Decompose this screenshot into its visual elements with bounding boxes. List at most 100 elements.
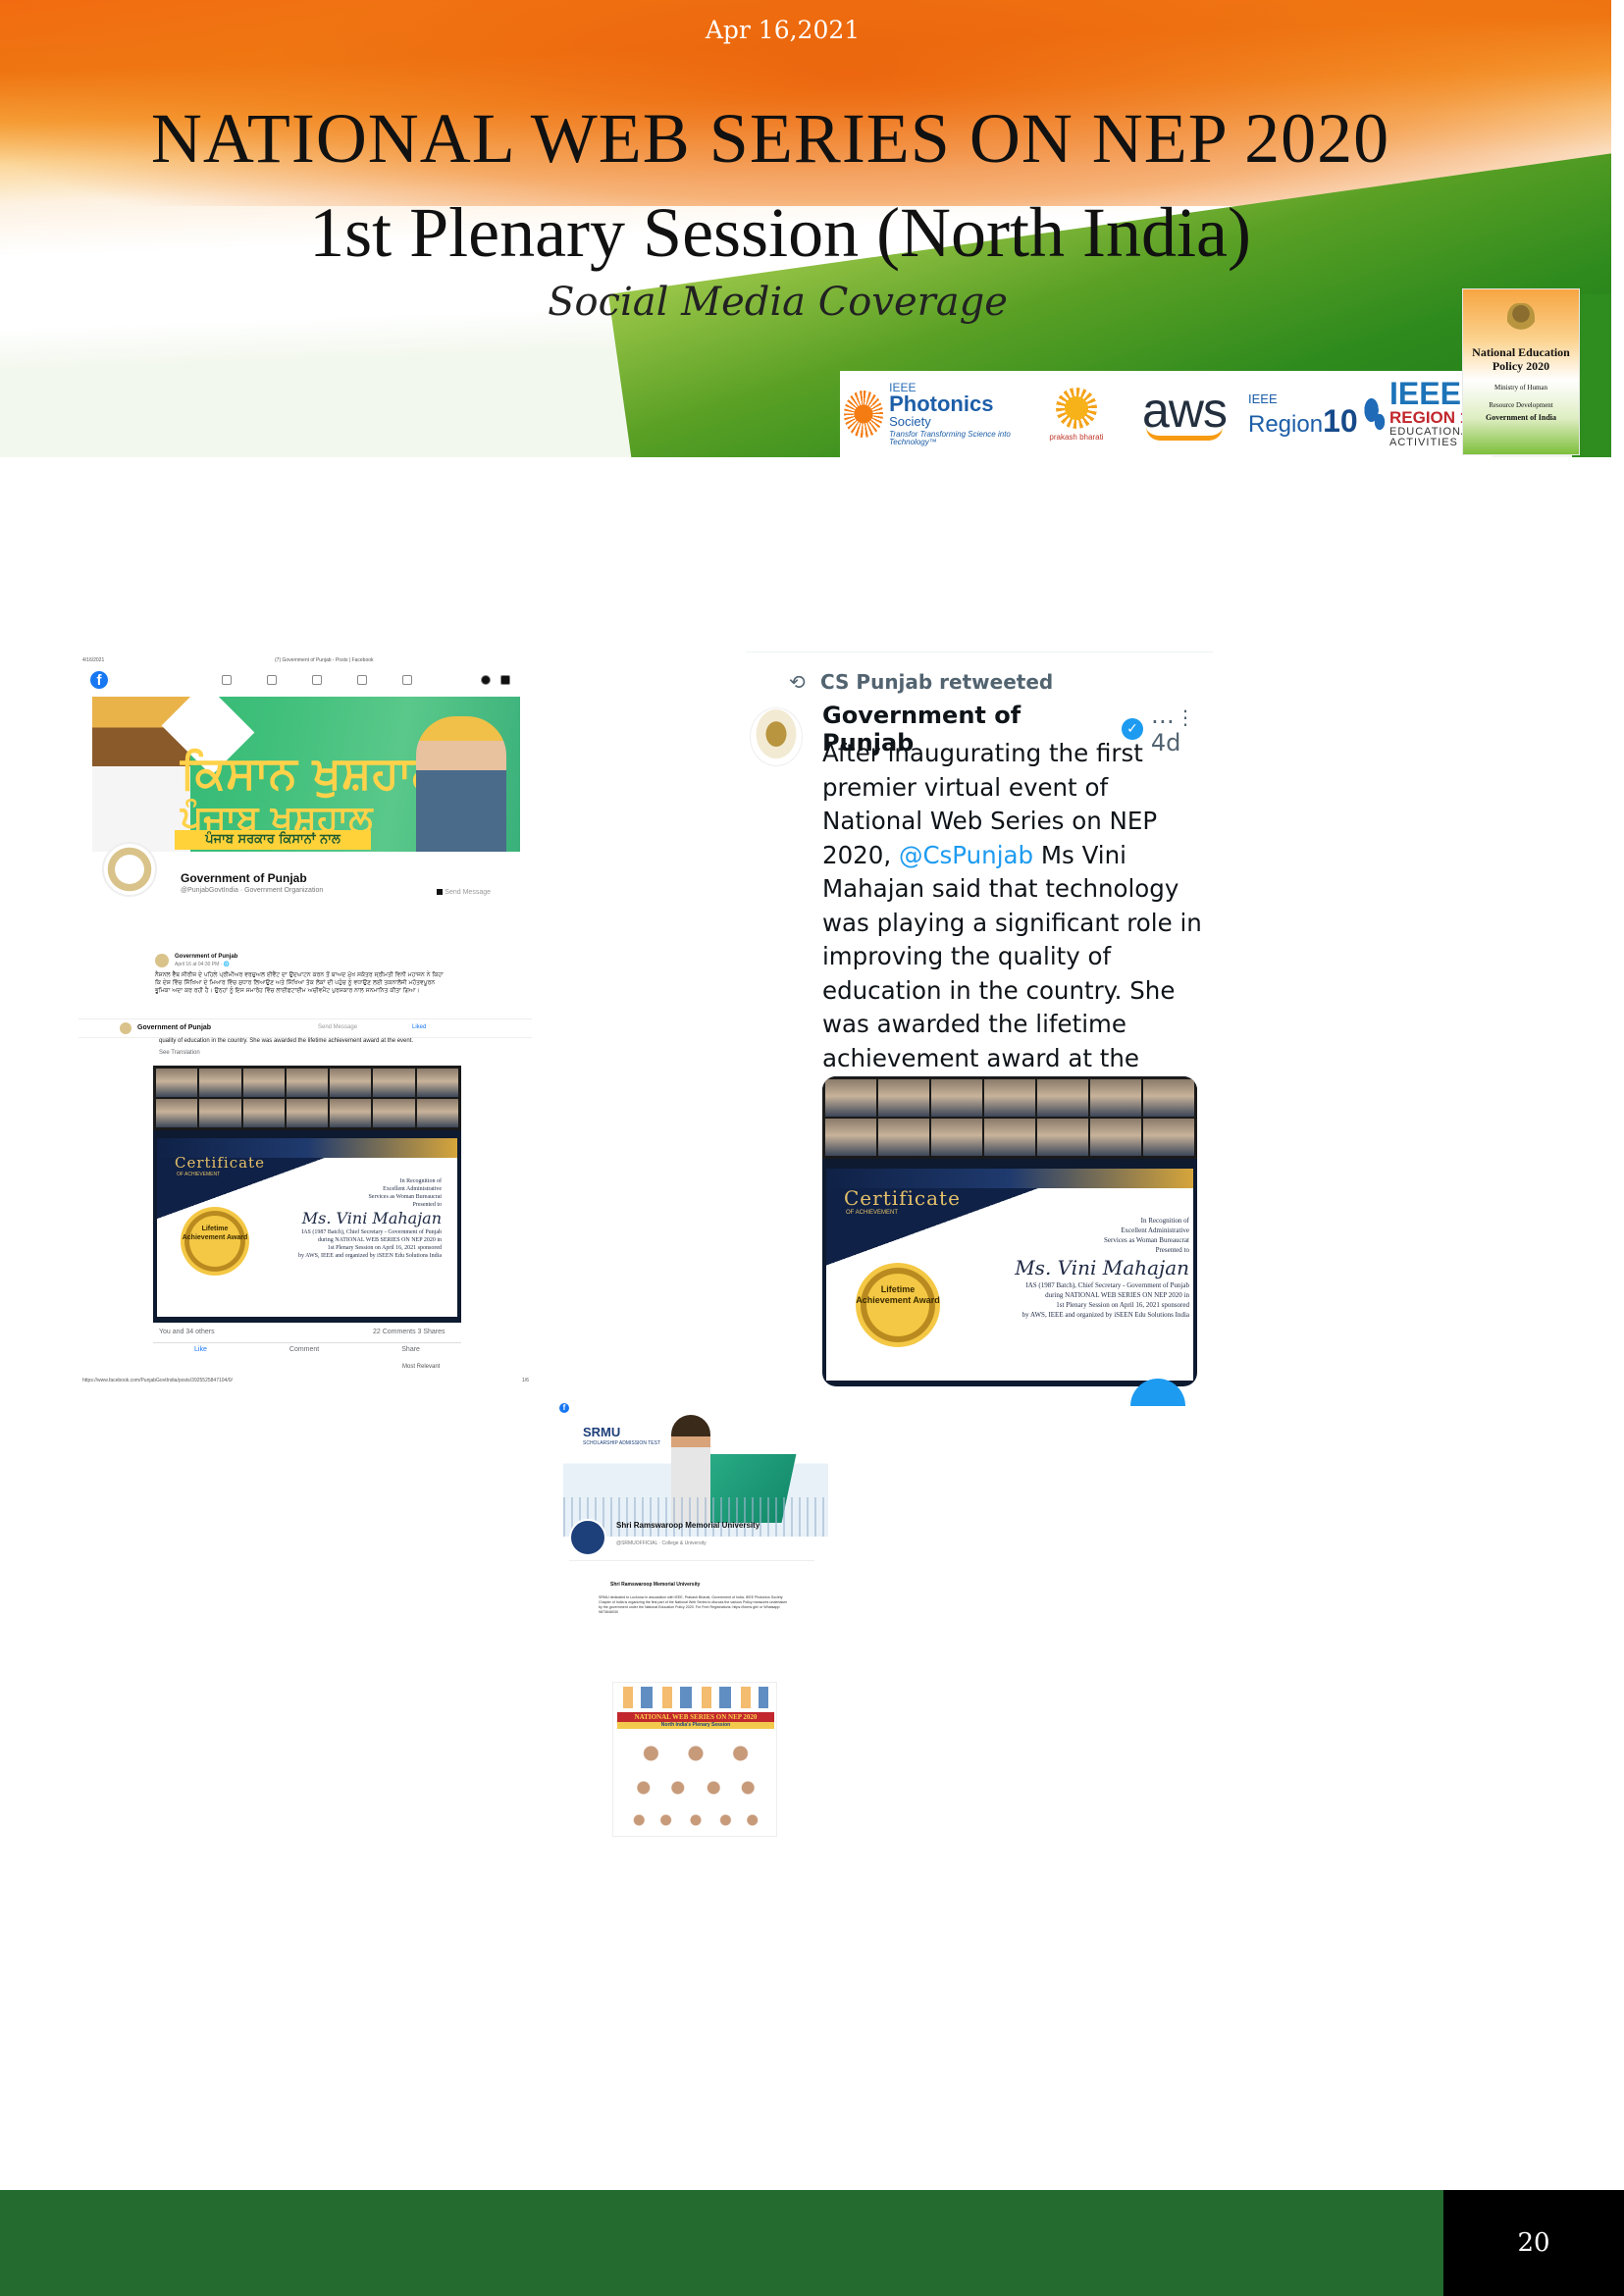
photonics-name: Photonics xyxy=(889,391,994,416)
liked-button[interactable]: Liked xyxy=(412,1024,426,1030)
share-button[interactable]: Share xyxy=(401,1346,420,1353)
cover-portrait xyxy=(416,716,506,852)
video-call-grid xyxy=(153,1066,461,1130)
post-author[interactable]: Government of Punjab xyxy=(175,954,237,960)
retweeted-by[interactable]: CS Punjab retweeted xyxy=(820,670,1053,694)
srmu-post-author[interactable]: Shri Ramswaroop Memorial University xyxy=(610,1582,700,1588)
avatar[interactable] xyxy=(750,707,803,766)
post-actions: Like Comment Share xyxy=(153,1342,461,1353)
tweet-image[interactable]: Certificate OF ACHIEVEMENT Lifetime Achi… xyxy=(822,1076,1197,1386)
srmu-logo-sub: SCHOLARSHIP ADMISSION TEST xyxy=(583,1440,661,1446)
speaker-photos xyxy=(621,1734,770,1832)
event-poster[interactable]: NATIONAL WEB SERIES ON NEP 2020 North In… xyxy=(612,1682,777,1837)
footer-bar: 20 xyxy=(0,2190,1624,2296)
sponsor-logo-strip: IEEE Photonics Society Transfor Transfor… xyxy=(840,371,1492,457)
post-caption: quality of education in the country. She… xyxy=(159,1038,414,1044)
facebook-nav-bar: f xyxy=(90,669,522,691)
cert-event2: 1st Plenary Session on April 16, 2021 sp… xyxy=(1056,1301,1189,1309)
footer-url: https://www.facebook.com/PunjabGovtIndia… xyxy=(82,1378,233,1383)
certificate-body: In Recognition of Excellent Administrati… xyxy=(265,1177,442,1260)
tweet-text-part2: Ms Vini Mahajan said that technology was… xyxy=(822,840,1202,1107)
cert-role: IAS (1987 Batch), Chief Secretary - Gove… xyxy=(1025,1281,1189,1289)
facebook-logo-icon[interactable]: f xyxy=(90,671,108,689)
nep-gov: Government of India xyxy=(1486,413,1556,423)
aws-smile-icon xyxy=(1146,427,1223,441)
most-relevant-dropdown[interactable]: Most Relevant xyxy=(402,1364,440,1370)
reaction-count[interactable]: You and 34 others xyxy=(159,1329,215,1335)
page-name[interactable]: Government of Punjab xyxy=(181,871,307,885)
srmu-post-text: SRMU dedicated to Lucknow in association… xyxy=(599,1595,788,1614)
more-options-icon[interactable]: ⋮ xyxy=(1176,705,1195,729)
browser-title: (7) Government of Punjab - Posts | Faceb… xyxy=(275,657,374,663)
ieee-photonics-logo: IEEE Photonics Society Transfor Transfor… xyxy=(840,371,1032,457)
comment-button[interactable]: Comment xyxy=(289,1346,319,1353)
cert-presented: Presented to xyxy=(1155,1246,1189,1254)
cert-recognition: In Recognition of xyxy=(399,1178,442,1184)
page-handle: @PunjabGovtIndia · Government Organizati… xyxy=(181,887,324,894)
notifications-icon[interactable] xyxy=(500,675,510,685)
watch-icon[interactable] xyxy=(267,675,277,685)
tweet-text: After inaugurating the first premier vir… xyxy=(822,737,1211,1110)
cert-service: Excellent Administrative xyxy=(383,1186,442,1192)
see-translation-link[interactable]: See Translation xyxy=(159,1050,200,1056)
cert-service2: Services as Woman Bureaucrat xyxy=(1104,1236,1189,1244)
nep-ministry-2: Resource Development xyxy=(1489,400,1553,409)
strip-avatar[interactable] xyxy=(120,1022,131,1034)
photonics-sunburst-icon xyxy=(844,391,884,438)
aws-name: aws xyxy=(1142,382,1228,438)
cert-event3: by AWS, IEEE and organized by iSEEN Edu … xyxy=(297,1253,442,1259)
national-emblem-icon xyxy=(1507,303,1535,339)
certificate-subtitle: OF ACHIEVEMENT xyxy=(846,1210,899,1216)
edu-ieee: IEEE xyxy=(1389,376,1461,412)
section-heading: Social Media Coverage xyxy=(548,280,1008,325)
medal-text: Lifetime Achievement Award xyxy=(182,1226,248,1241)
certificate-title: Certificate xyxy=(175,1154,265,1172)
sun-icon xyxy=(1056,387,1097,429)
certificate: Certificate OF ACHIEVEMENT Lifetime Achi… xyxy=(157,1138,457,1317)
footer-page: 1/6 xyxy=(522,1378,529,1383)
like-button[interactable]: Like xyxy=(194,1346,207,1353)
marketplace-icon[interactable] xyxy=(312,675,322,685)
cert-role: IAS (1987 Batch), Chief Secretary - Gove… xyxy=(301,1229,442,1235)
cover-band-text: ਪੰਜਾਬ ਸਰਕਾਰ ਕਿਸਾਨਾਂ ਨਾਲ xyxy=(175,830,371,850)
photonics-tagline: Transfor Transforming Science into Techn… xyxy=(889,430,1011,446)
facebook-post-screenshot: 4/16/2021 (7) Government of Punjab - Pos… xyxy=(79,655,532,1383)
post-date[interactable]: April 16 at 04:30 PM · 🌐 xyxy=(175,962,230,967)
page-subtitle: 1st Plenary Session (North India) xyxy=(309,193,1251,272)
page-title: NATIONAL WEB SERIES ON NEP 2020 xyxy=(150,99,1390,178)
nep-2020-badge: National Education Policy 2020 Ministry … xyxy=(1462,288,1580,455)
poster-sponsor-logos xyxy=(623,1687,768,1708)
event-date: Apr 16,2021 xyxy=(705,16,861,44)
srmu-logo: SRMU xyxy=(583,1425,621,1439)
post-text: ਨੈਸ਼ਨਲ ਵੈੱਬ ਸੀਰੀਜ਼ ਦੇ ਪਹਿਲੇ ਪ੍ਰੀਮੀਅਰ ਵਰਚ… xyxy=(155,971,444,994)
send-message-button[interactable]: Send Message xyxy=(437,889,491,896)
strip-send-message-button[interactable]: Send Message xyxy=(318,1024,357,1030)
avatar[interactable] xyxy=(102,842,157,897)
avatar[interactable] xyxy=(569,1519,606,1556)
cert-event3: by AWS, IEEE and organized by iSEEN Edu … xyxy=(1022,1311,1189,1319)
groups-icon[interactable] xyxy=(357,675,367,685)
cert-event1: during NATIONAL WEB SERIES ON NEP 2020 i… xyxy=(318,1237,442,1243)
menu-icon[interactable] xyxy=(402,675,412,685)
cert-event1: during NATIONAL WEB SERIES ON NEP 2020 i… xyxy=(1045,1291,1189,1299)
srmu-page-name[interactable]: Shri Ramswaroop Memorial University xyxy=(616,1521,763,1530)
certificate: Certificate OF ACHIEVEMENT Lifetime Achi… xyxy=(826,1169,1193,1381)
post-image[interactable]: Certificate OF ACHIEVEMENT Lifetime Achi… xyxy=(153,1066,461,1323)
nep-ministry-1: Ministry of Human xyxy=(1493,383,1548,391)
strip-page-name[interactable]: Government of Punjab xyxy=(137,1024,211,1031)
home-icon[interactable] xyxy=(222,675,232,685)
post-avatar[interactable] xyxy=(155,954,169,967)
cert-service2: Services as Woman Bureaucrat xyxy=(368,1194,442,1200)
comment-share-count[interactable]: 22 Comments 3 Shares xyxy=(373,1329,445,1335)
cert-recipient: Ms. Vini Mahajan xyxy=(1015,1256,1189,1279)
cert-presented: Presented to xyxy=(412,1202,443,1208)
srmu-category: @SRMUOFFICIAL · College & University xyxy=(616,1540,707,1546)
mention-link[interactable]: @CsPunjab xyxy=(899,841,1033,869)
cert-service: Excellent Administrative xyxy=(1121,1226,1189,1234)
aws-logo: aws xyxy=(1121,371,1248,457)
retweet-icon: ⟲ xyxy=(789,670,806,694)
ieee-region10-logo: IEEE Region10 xyxy=(1248,371,1386,457)
messenger-icon[interactable] xyxy=(481,675,491,685)
facebook-logo-icon[interactable]: f xyxy=(559,1403,569,1413)
region10-name: Region xyxy=(1248,410,1324,438)
